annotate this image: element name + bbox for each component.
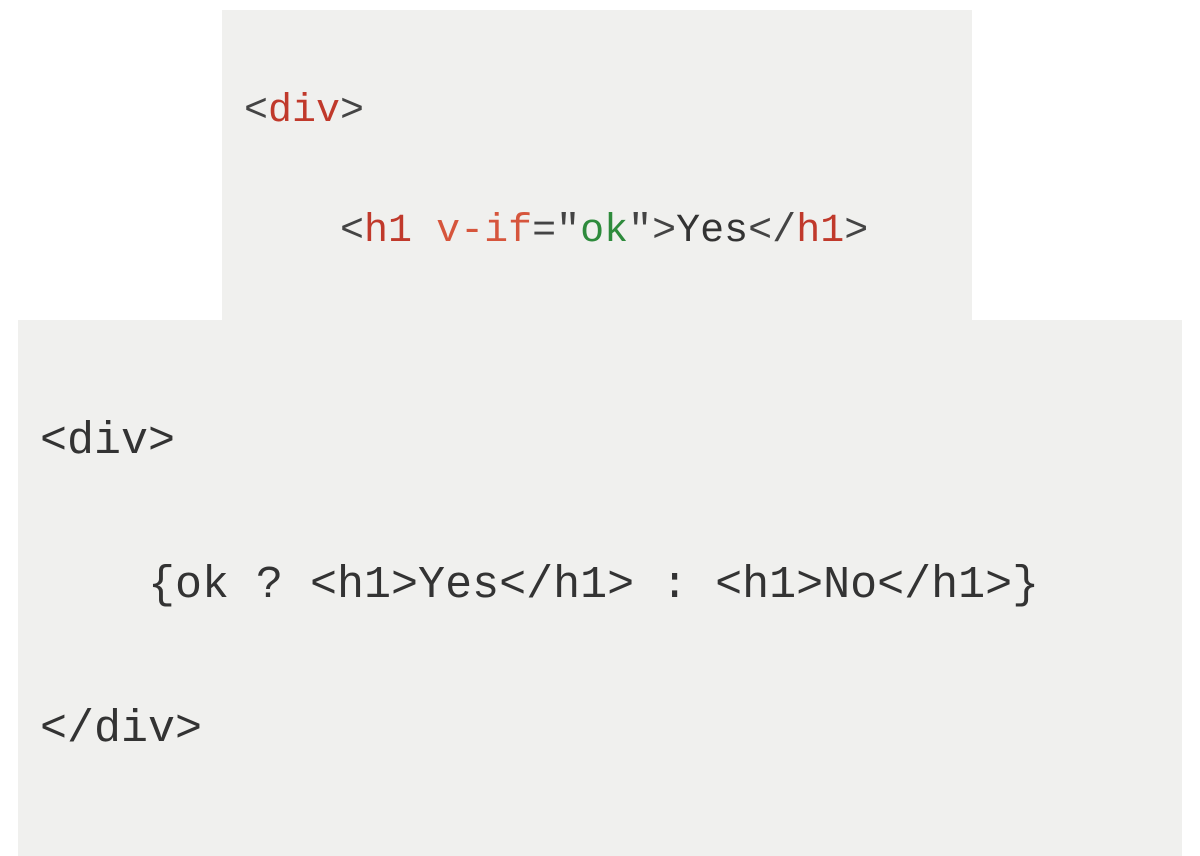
indent [244, 209, 340, 254]
punct-close: > [340, 89, 364, 134]
code-block-jsx: <div> {ok ? <h1>Yes</h1> : <h1>No</h1>} … [18, 320, 1182, 856]
code-line: <h1 v-if="ok">Yes</h1> [244, 202, 950, 262]
punct-open: < [244, 89, 268, 134]
text-yes: Yes [676, 209, 748, 254]
equals: = [532, 209, 556, 254]
tag-h1-close: h1 [796, 209, 844, 254]
punct-open: < [340, 209, 364, 254]
quote: " [628, 209, 652, 254]
punct-gt: > [844, 209, 868, 254]
attr-vif: v-if [436, 209, 532, 254]
tag-div: div [268, 89, 340, 134]
punct-lt: </ [748, 209, 796, 254]
code-line: <div> [40, 406, 1160, 478]
code-line: {ok ? <h1>Yes</h1> : <h1>No</h1>} [40, 550, 1160, 622]
string-ok: ok [580, 209, 628, 254]
space [412, 209, 436, 254]
punct-gt: > [652, 209, 676, 254]
tag-h1: h1 [364, 209, 412, 254]
code-line: <div> [244, 82, 950, 142]
code-line: </div> [40, 694, 1160, 766]
quote: " [556, 209, 580, 254]
